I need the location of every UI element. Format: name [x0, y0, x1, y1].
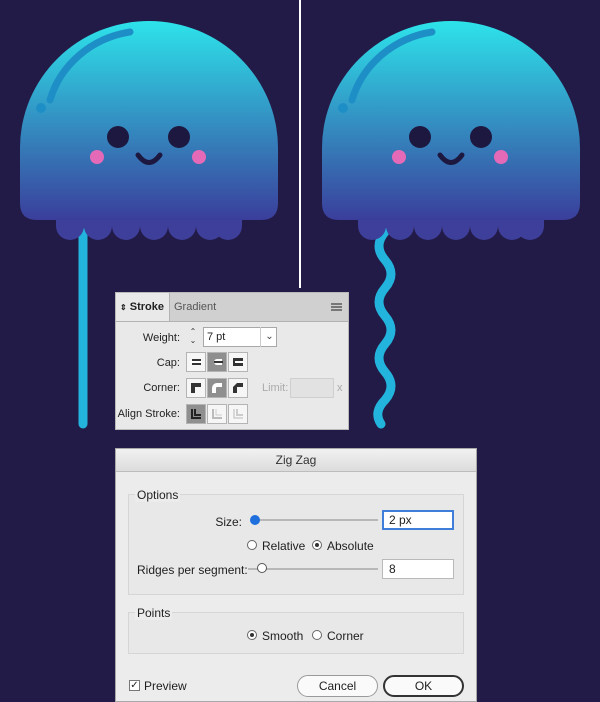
ridges-label: Ridges per segment:	[137, 563, 248, 577]
projecting-cap-icon[interactable]	[228, 352, 248, 372]
right-cheek	[494, 150, 508, 164]
align-stroke-label: Align Stroke:	[117, 408, 180, 420]
zigzag-dialog: Zig Zag Options Size: 2 px Relative Abso…	[115, 448, 477, 702]
cap-buttons	[186, 352, 249, 372]
relative-radio[interactable]	[247, 540, 257, 550]
smooth-label: Smooth	[262, 629, 304, 643]
size-input[interactable]: 2 px	[382, 510, 454, 530]
panel-menu-icon[interactable]	[331, 303, 342, 311]
left-eye	[107, 126, 129, 148]
weight-stepper-icon[interactable]: ⌃ ⌄	[186, 327, 200, 349]
weight-dropdown-chevron-icon[interactable]: ⌄	[260, 327, 278, 347]
panel-tab-bar: ⇕ Stroke Gradient	[116, 293, 348, 322]
cancel-button[interactable]: Cancel	[297, 675, 378, 697]
corner-buttons	[186, 378, 249, 398]
preview-checkbox[interactable]: ✓	[129, 680, 140, 691]
absolute-label: Absolute	[327, 539, 374, 553]
weight-label: Weight:	[142, 332, 180, 344]
zigzag-tentacle	[373, 227, 396, 429]
size-slider-track[interactable]	[252, 519, 378, 521]
cap-label: Cap:	[156, 357, 180, 369]
left-cheek	[392, 150, 406, 164]
round-cap-icon[interactable]	[207, 352, 227, 372]
right-eye	[470, 126, 492, 148]
align-center-icon[interactable]	[186, 404, 206, 424]
butt-cap-icon[interactable]	[186, 352, 206, 372]
bevel-join-icon[interactable]	[228, 378, 248, 398]
ridges-input[interactable]: 8	[382, 559, 454, 579]
highlight-dot	[338, 103, 348, 113]
smooth-radio[interactable]	[247, 630, 257, 640]
absolute-radio[interactable]	[312, 540, 322, 550]
ridges-slider-knob[interactable]	[257, 563, 267, 573]
ok-button[interactable]: OK	[383, 675, 464, 697]
align-outside-icon[interactable]	[228, 404, 248, 424]
limit-label: Limit:	[262, 382, 289, 394]
highlight-dot	[36, 103, 46, 113]
jellyfish-right	[322, 21, 580, 429]
tab-gradient[interactable]: Gradient	[174, 293, 230, 321]
tab-stroke-chevron-icon: ⇕	[120, 303, 127, 312]
left-eye	[409, 126, 431, 148]
corner-radio[interactable]	[312, 630, 322, 640]
bell	[20, 21, 278, 220]
ridges-slider-track[interactable]	[248, 568, 378, 570]
round-join-icon[interactable]	[207, 378, 227, 398]
preview-label: Preview	[144, 679, 187, 693]
align-inside-icon[interactable]	[207, 404, 227, 424]
align-buttons	[186, 404, 249, 424]
bell	[322, 21, 580, 221]
corner-label: Corner:	[143, 382, 180, 394]
limit-input[interactable]	[290, 378, 334, 398]
white-divider	[299, 0, 301, 288]
miter-join-icon[interactable]	[186, 378, 206, 398]
right-cheek	[192, 150, 206, 164]
stroke-panel: ⇕ Stroke Gradient Weight: ⌃ ⌄ 7 pt ⌄ Cap:…	[115, 292, 349, 430]
tab-stroke-label: Stroke	[129, 301, 165, 313]
options-label: Options	[135, 488, 181, 502]
right-eye	[168, 126, 190, 148]
dialog-title: Zig Zag	[116, 449, 476, 472]
corner-point-label: Corner	[327, 629, 364, 643]
left-cheek	[90, 150, 104, 164]
points-label: Points	[135, 606, 173, 620]
limit-unit: x	[337, 382, 343, 394]
relative-label: Relative	[262, 539, 306, 553]
tab-stroke[interactable]: ⇕ Stroke	[116, 293, 170, 321]
size-slider-knob[interactable]	[250, 515, 260, 525]
size-label: Size:	[215, 515, 242, 529]
